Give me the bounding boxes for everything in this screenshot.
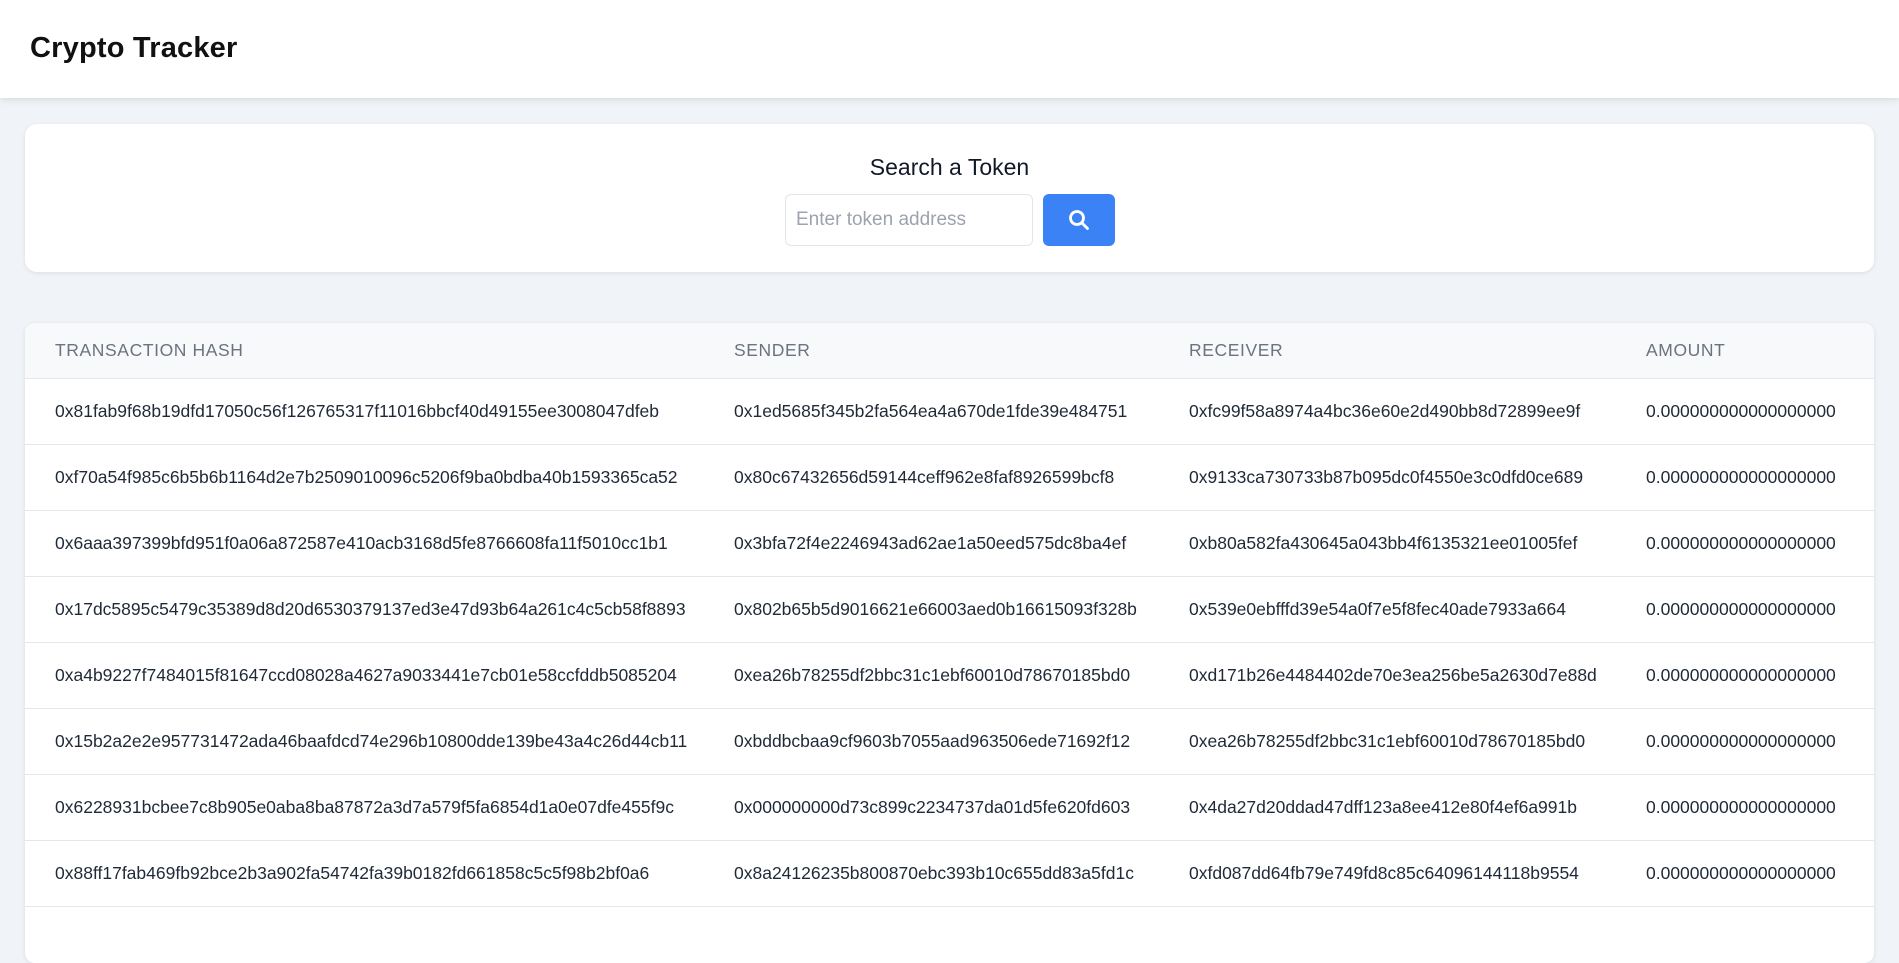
sender-cell: 0x80c67432656d59144ceff962e8faf8926599bc… [734, 444, 1189, 511]
top-navbar: Crypto Tracker [0, 0, 1899, 98]
amount-cell: 0.000000000000000000 [1646, 378, 1874, 445]
transaction-hash-cell: 0x17dc5895c5479c35389d8d20d6530379137ed3… [25, 576, 734, 643]
transactions-table-card: TRANSACTION HASH SENDER RECEIVER AMOUNT … [25, 323, 1874, 963]
amount-cell: 0.000000000000000000 [1646, 840, 1874, 907]
transactions-table: TRANSACTION HASH SENDER RECEIVER AMOUNT … [25, 323, 1874, 907]
transaction-hash-cell: 0x6228931bcbee7c8b905e0aba8ba87872a3d7a5… [25, 774, 734, 841]
sender-cell: 0x1ed5685f345b2fa564ea4a670de1fde39e4847… [734, 378, 1189, 445]
amount-cell: 0.000000000000000000 [1646, 444, 1874, 511]
sender-cell: 0x8a24126235b800870ebc393b10c655dd83a5fd… [734, 840, 1189, 907]
amount-cell: 0.000000000000000000 [1646, 642, 1874, 709]
amount-cell: 0.000000000000000000 [1646, 708, 1874, 775]
transaction-hash-cell: 0x15b2a2e2e957731472ada46baafdcd74e296b1… [25, 708, 734, 775]
table-row: 0x88ff17fab469fb92bce2b3a902fa54742fa39b… [25, 840, 1874, 907]
search-button[interactable] [1043, 194, 1115, 246]
receiver-cell: 0xfc99f58a8974a4bc36e60e2d490bb8d72899ee… [1189, 378, 1646, 445]
sender-cell: 0xbddbcbaa9cf9603b7055aad963506ede71692f… [734, 708, 1189, 775]
transaction-hash-cell: 0x81fab9f68b19dfd17050c56f126765317f1101… [25, 378, 734, 445]
receiver-cell: 0x9133ca730733b87b095dc0f4550e3c0dfd0ce6… [1189, 444, 1646, 511]
search-card: Search a Token [25, 124, 1874, 272]
app-title: Crypto Tracker [30, 32, 238, 64]
amount-cell: 0.000000000000000000 [1646, 510, 1874, 577]
table-row: 0x17dc5895c5479c35389d8d20d6530379137ed3… [25, 576, 1874, 643]
table-row: 0x81fab9f68b19dfd17050c56f126765317f1101… [25, 378, 1874, 445]
sender-cell: 0x802b65b5d9016621e66003aed0b16615093f32… [734, 576, 1189, 643]
receiver-cell: 0xb80a582fa430645a043bb4f6135321ee01005f… [1189, 510, 1646, 577]
column-header-transaction-hash: TRANSACTION HASH [25, 323, 734, 379]
table-row: 0x6aaa397399bfd951f0a06a872587e410acb316… [25, 510, 1874, 577]
sender-cell: 0xea26b78255df2bbc31c1ebf60010d78670185b… [734, 642, 1189, 709]
sender-cell: 0x3bfa72f4e2246943ad62ae1a50eed575dc8ba4… [734, 510, 1189, 577]
column-header-sender: SENDER [734, 323, 1189, 379]
receiver-cell: 0xd171b26e4484402de70e3ea256be5a2630d7e8… [1189, 642, 1646, 709]
table-row: 0x15b2a2e2e957731472ada46baafdcd74e296b1… [25, 708, 1874, 775]
amount-cell: 0.000000000000000000 [1646, 774, 1874, 841]
table-row: 0xa4b9227f7484015f81647ccd08028a4627a903… [25, 642, 1874, 709]
table-header-row: TRANSACTION HASH SENDER RECEIVER AMOUNT [25, 323, 1874, 379]
search-icon [1069, 210, 1089, 230]
token-address-input[interactable] [785, 194, 1033, 246]
search-title: Search a Token [869, 154, 1030, 180]
receiver-cell: 0x4da27d20ddad47dff123a8ee412e80f4ef6a99… [1189, 774, 1646, 841]
receiver-cell: 0x539e0ebfffd39e54a0f7e5f8fec40ade7933a6… [1189, 576, 1646, 643]
receiver-cell: 0xfd087dd64fb79e749fd8c85c64096144118b95… [1189, 840, 1646, 907]
column-header-receiver: RECEIVER [1189, 323, 1646, 379]
transaction-hash-cell: 0x88ff17fab469fb92bce2b3a902fa54742fa39b… [25, 840, 734, 907]
sender-cell: 0x000000000d73c899c2234737da01d5fe620fd6… [734, 774, 1189, 841]
table-row: 0x6228931bcbee7c8b905e0aba8ba87872a3d7a5… [25, 774, 1874, 841]
amount-cell: 0.000000000000000000 [1646, 576, 1874, 643]
transaction-hash-cell: 0x6aaa397399bfd951f0a06a872587e410acb316… [25, 510, 734, 577]
column-header-amount: AMOUNT [1646, 323, 1874, 379]
receiver-cell: 0xea26b78255df2bbc31c1ebf60010d78670185b… [1189, 708, 1646, 775]
transaction-hash-cell: 0xa4b9227f7484015f81647ccd08028a4627a903… [25, 642, 734, 709]
transaction-hash-cell: 0xf70a54f985c6b5b6b1164d2e7b2509010096c5… [25, 444, 734, 511]
table-row: 0xf70a54f985c6b5b6b1164d2e7b2509010096c5… [25, 444, 1874, 511]
